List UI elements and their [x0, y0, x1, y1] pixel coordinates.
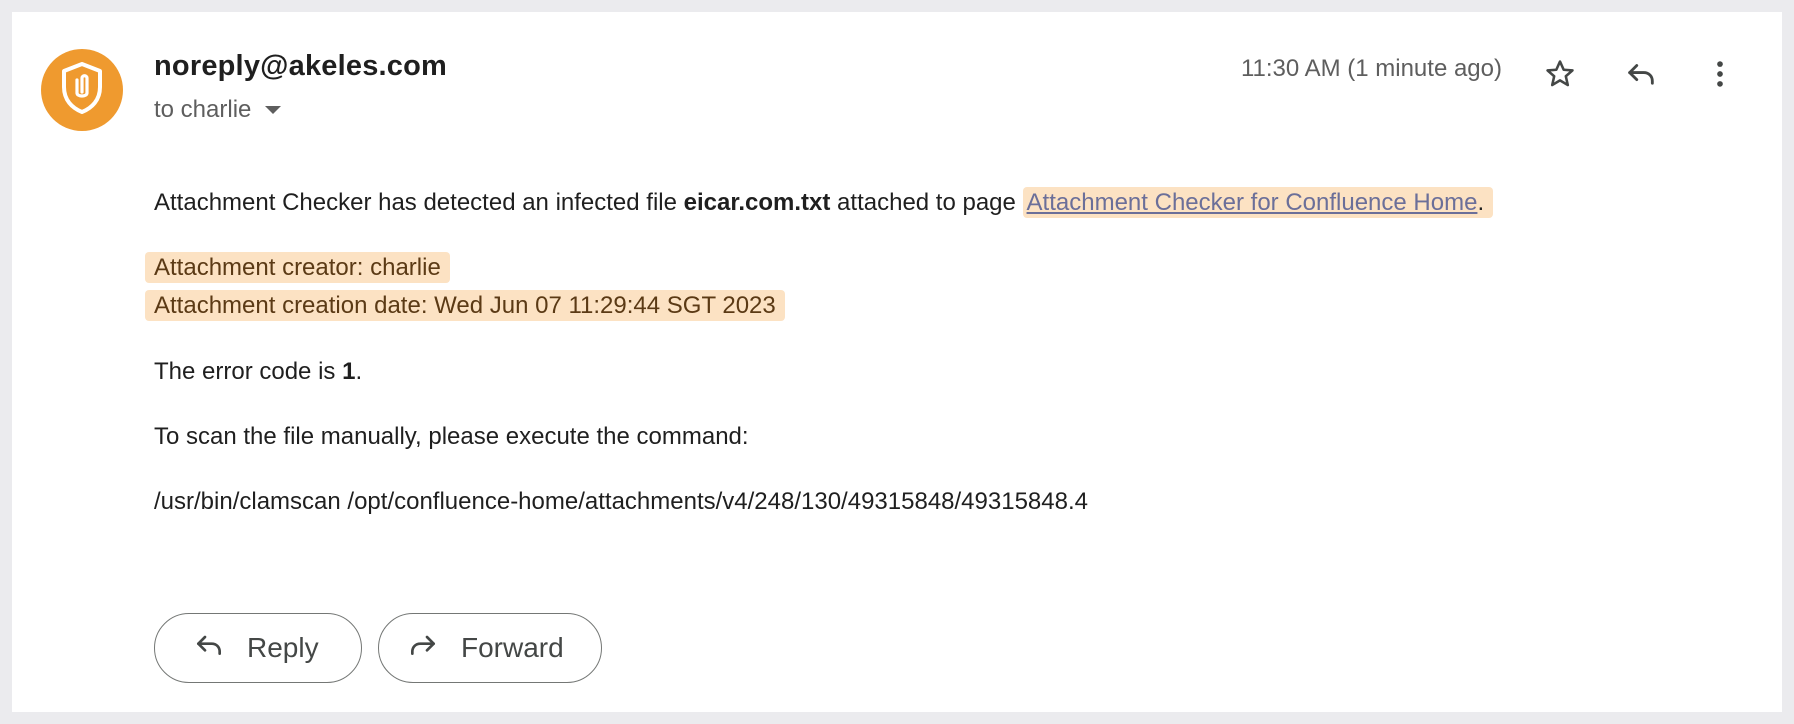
reply-button-label: Reply: [247, 632, 319, 663]
attachment-creation-date-text: Attachment creation date: Wed Jun 07 11:…: [145, 290, 785, 321]
reply-icon: [193, 629, 247, 668]
recipient-dropdown[interactable]: to charlie: [154, 96, 282, 124]
sender-address: noreply@akeles.com: [154, 50, 448, 82]
forward-icon: [407, 629, 461, 668]
scan-instruction: To scan the file manually, please execut…: [154, 423, 749, 450]
attachment-creator: Attachment creator: charlie: [145, 251, 450, 285]
scan-command: /usr/bin/clamscan /opt/confluence-home/a…: [154, 488, 1088, 515]
detection-middle: attached to page: [830, 189, 1023, 216]
more-options-button[interactable]: [1692, 48, 1748, 104]
caret-down-icon: [265, 106, 282, 114]
error-suffix: .: [355, 358, 363, 385]
detection-prefix: Attachment Checker has detected an infec…: [154, 189, 684, 216]
detection-message: Attachment Checker has detected an infec…: [154, 186, 1494, 220]
attachment-creator-text: Attachment creator: charlie: [145, 252, 450, 283]
confluence-page-link[interactable]: Attachment Checker for Confluence Home: [1027, 189, 1478, 216]
infected-file-name: eicar.com.txt: [683, 189, 831, 216]
shield-paperclip-icon: [58, 60, 106, 121]
reply-icon-button[interactable]: [1613, 48, 1669, 104]
star-button[interactable]: [1532, 48, 1588, 104]
recipient-label: to charlie: [154, 96, 252, 123]
more-vert-icon: [1703, 57, 1737, 96]
detection-suffix: .: [1477, 189, 1485, 216]
reply-icon: [1624, 57, 1658, 96]
error-code: 1: [342, 358, 356, 385]
attachment-creation-date: Attachment creation date: Wed Jun 07 11:…: [145, 289, 785, 323]
reply-button[interactable]: Reply: [154, 613, 362, 683]
page-link-highlight: Attachment Checker for Confluence Home.: [1022, 187, 1494, 218]
sender-avatar: [41, 49, 123, 131]
forward-button[interactable]: Forward: [378, 613, 602, 683]
error-prefix: The error code is: [154, 358, 343, 385]
error-code-line: The error code is 1.: [154, 355, 362, 389]
email-timestamp: 11:30 AM (1 minute ago): [1240, 55, 1502, 82]
forward-button-label: Forward: [461, 632, 564, 663]
email-message-card: noreply@akeles.com to charlie 11:30 AM (…: [12, 12, 1782, 712]
star-icon: [1543, 57, 1577, 96]
